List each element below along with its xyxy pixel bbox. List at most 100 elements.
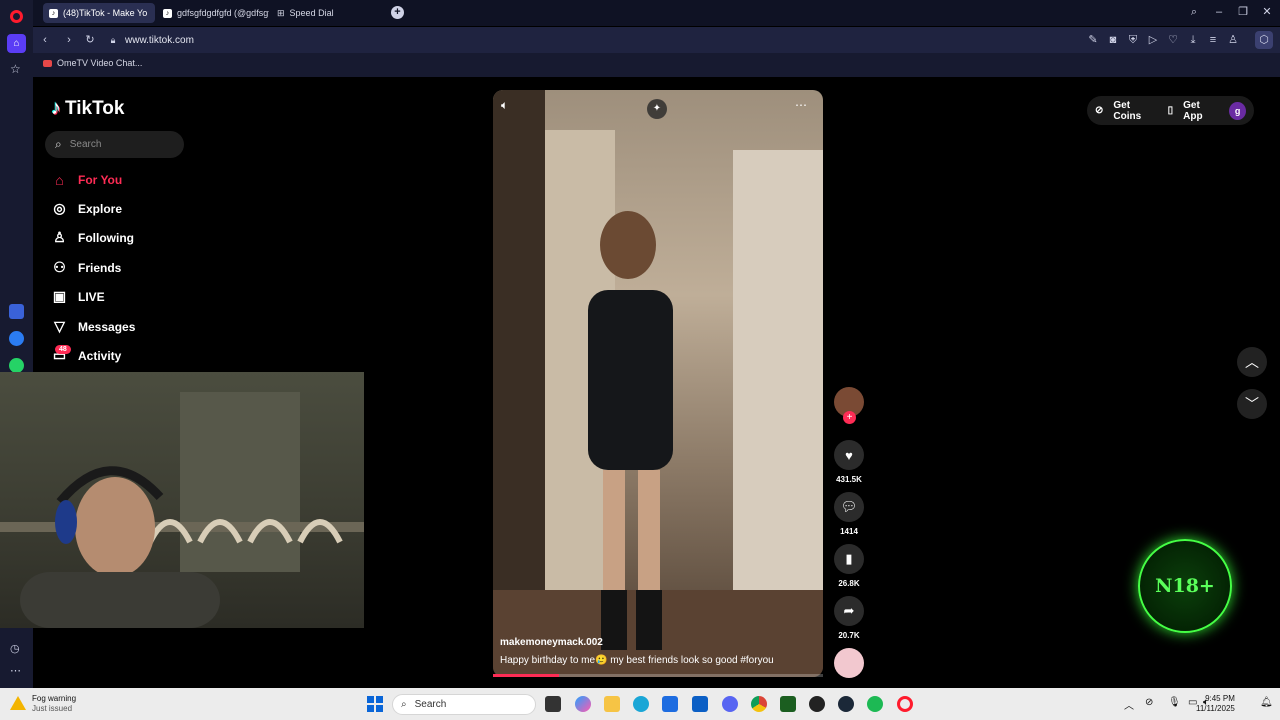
bookmark-label: OmeTV Video Chat... <box>57 58 143 68</box>
camera-icon[interactable]: ◙ <box>1107 34 1119 46</box>
volume-icon[interactable]: 🔈︎ <box>501 98 508 113</box>
next-video-button[interactable]: ﹀ <box>1237 389 1267 419</box>
address-bar: ‹ › ↻ 🔒︎ www.tiktok.com ✎ ◙ ⛨ ▷ ♡ ⤓ ≡ ♙ … <box>33 27 1280 53</box>
home-sidebar-icon[interactable]: ⌂ <box>7 34 26 53</box>
follow-plus-icon[interactable]: + <box>843 411 856 424</box>
effects-icon[interactable]: ✦ <box>647 99 667 119</box>
spotify-icon[interactable] <box>867 696 883 712</box>
edge-icon[interactable] <box>633 696 649 712</box>
download-icon[interactable]: ⤓ <box>1187 34 1199 46</box>
steam-icon[interactable] <box>838 696 854 712</box>
file-explorer-icon[interactable] <box>604 696 620 712</box>
bookmark-icon[interactable]: ▮ <box>834 544 864 574</box>
get-app-button[interactable]: Get App <box>1183 100 1219 122</box>
copilot-icon[interactable] <box>575 696 591 712</box>
play-icon[interactable]: ▷ <box>1147 34 1159 46</box>
webcam-overlay <box>0 372 364 628</box>
nav-for-you[interactable]: ⌂ For You <box>51 171 122 188</box>
video-username[interactable]: makemoneymack.002 <box>500 637 603 648</box>
green-app-icon[interactable] <box>780 696 796 712</box>
whatsapp-sidebar-icon[interactable] <box>9 358 24 373</box>
maximize-button[interactable]: ❐ <box>1236 5 1250 19</box>
video-progress-fill <box>493 674 559 677</box>
forward-icon[interactable]: › <box>63 34 75 46</box>
close-window-button[interactable]: ✕ <box>1260 5 1274 19</box>
tab-label: Speed Dial <box>289 8 334 18</box>
messenger-sidebar-icon[interactable] <box>9 331 24 346</box>
back-icon[interactable]: ‹ <box>39 34 51 46</box>
weather-title: Fog warning <box>32 694 77 703</box>
mic-icon[interactable]: 🎙︎ <box>1168 697 1181 708</box>
url-field[interactable]: www.tiktok.com <box>125 35 194 46</box>
weather-widget[interactable]: Fog warning Just issued <box>10 694 76 714</box>
user-avatar[interactable]: g <box>1229 101 1246 120</box>
tab-tiktok-profile[interactable]: ♪ gdfsgfdgdfgfd (@gdfsgfd <box>157 3 269 23</box>
nav-friends[interactable]: ⚇ Friends <box>51 259 121 276</box>
comment-icon[interactable]: 💬︎ <box>834 492 864 522</box>
nav-messages[interactable]: ▽ Messages <box>51 318 135 335</box>
minimize-button[interactable]: – <box>1212 5 1226 19</box>
previous-video-button[interactable]: ︿ <box>1237 347 1267 377</box>
outlook-icon[interactable] <box>692 696 708 712</box>
video-progress-bar[interactable] <box>493 674 823 677</box>
sound-disc[interactable] <box>834 648 864 678</box>
nav-following[interactable]: ♙ Following <box>51 229 134 246</box>
comment-action[interactable]: 💬︎ 1414 <box>834 492 864 536</box>
save-action[interactable]: ▮ 26.8K <box>834 544 864 588</box>
store-icon[interactable] <box>662 696 678 712</box>
more-icon[interactable]: ⋯ <box>10 664 21 677</box>
history-icon[interactable]: ◷ <box>10 642 20 655</box>
star-sidebar-icon[interactable]: ☆ <box>10 62 21 76</box>
creator-avatar[interactable]: + <box>834 387 864 424</box>
share-icon[interactable]: ➦ <box>834 596 864 626</box>
save-count: 26.8K <box>838 579 860 588</box>
search-tabs-icon[interactable]: ⌕ <box>1187 5 1201 19</box>
share-action[interactable]: ➦ 20.7K <box>834 596 864 640</box>
notification-icon[interactable]: 🔔︎ <box>1260 697 1273 708</box>
opera-taskbar-icon[interactable] <box>897 696 913 712</box>
tab-tiktok[interactable]: ♪ (48)TikTok - Make Yo <box>43 3 155 23</box>
chrome-icon[interactable] <box>751 696 767 712</box>
webcam-image <box>0 392 364 628</box>
heart-outline-icon[interactable]: ♡ <box>1167 34 1179 46</box>
clock-date: 11/11/2025 <box>1196 704 1235 713</box>
tray-chevron-icon[interactable]: ︿ <box>1124 697 1134 712</box>
new-tab-button[interactable]: + <box>391 6 404 19</box>
discord-icon[interactable] <box>722 696 738 712</box>
tab-speed-dial[interactable]: ⊞ Speed Dial <box>271 3 383 23</box>
n18-badge: N18+ <box>1138 539 1232 633</box>
taskbar-search-input[interactable]: ⌕ Search <box>392 694 536 715</box>
search-input[interactable]: ⌕ Search <box>45 131 184 158</box>
get-coins-button[interactable]: Get Coins <box>1113 100 1157 122</box>
extension-icon[interactable]: ⬡ <box>1255 31 1273 49</box>
taskbar-clock[interactable]: 9:45 PM 11/11/2025 <box>1196 694 1235 714</box>
messages-icon: ▽ <box>54 318 65 334</box>
reload-icon[interactable]: ↻ <box>84 34 96 46</box>
ai-sidebar-icon[interactable] <box>9 304 24 319</box>
like-action[interactable]: ♥ 431.5K <box>834 440 864 484</box>
shield-icon[interactable]: ⛨ <box>1127 34 1139 46</box>
ometv-favicon-icon <box>43 59 52 67</box>
video-player[interactable]: 🔈︎ ✦ ⋯ <box>493 90 823 677</box>
speed-dial-icon: ⊞ <box>277 7 285 18</box>
heart-icon[interactable]: ♥ <box>834 440 864 470</box>
nav-label: Following <box>78 230 134 245</box>
nav-label: Friends <box>78 260 122 275</box>
tray-app-icon[interactable]: ⊘ <box>1145 697 1153 708</box>
tiktok-favicon-icon: ♪ <box>49 8 58 18</box>
tab-label: (48)TikTok - Make Yo <box>63 8 148 18</box>
menu-icon[interactable]: ≡ <box>1207 34 1219 46</box>
nav-explore[interactable]: ◎ Explore <box>51 200 122 217</box>
more-options-icon[interactable]: ⋯ <box>795 98 807 112</box>
bookmark-ometv[interactable]: OmeTV Video Chat... <box>43 58 142 68</box>
profile-icon[interactable]: ♙ <box>1227 34 1239 46</box>
task-view-icon[interactable] <box>545 696 561 712</box>
tab-bar: ♪ (48)TikTok - Make Yo ♪ gdfsgfdgdfgfd (… <box>33 0 1280 26</box>
edit-icon[interactable]: ✎ <box>1087 34 1099 46</box>
tiktok-logo[interactable]: ♪ TikTok <box>51 97 124 120</box>
windows-start-icon[interactable] <box>367 696 383 712</box>
dark-app-icon[interactable] <box>809 696 825 712</box>
bookmarks-bar: OmeTV Video Chat... <box>33 53 1280 77</box>
opera-logo-icon[interactable] <box>10 10 23 23</box>
nav-live[interactable]: ▣ LIVE <box>51 288 105 305</box>
